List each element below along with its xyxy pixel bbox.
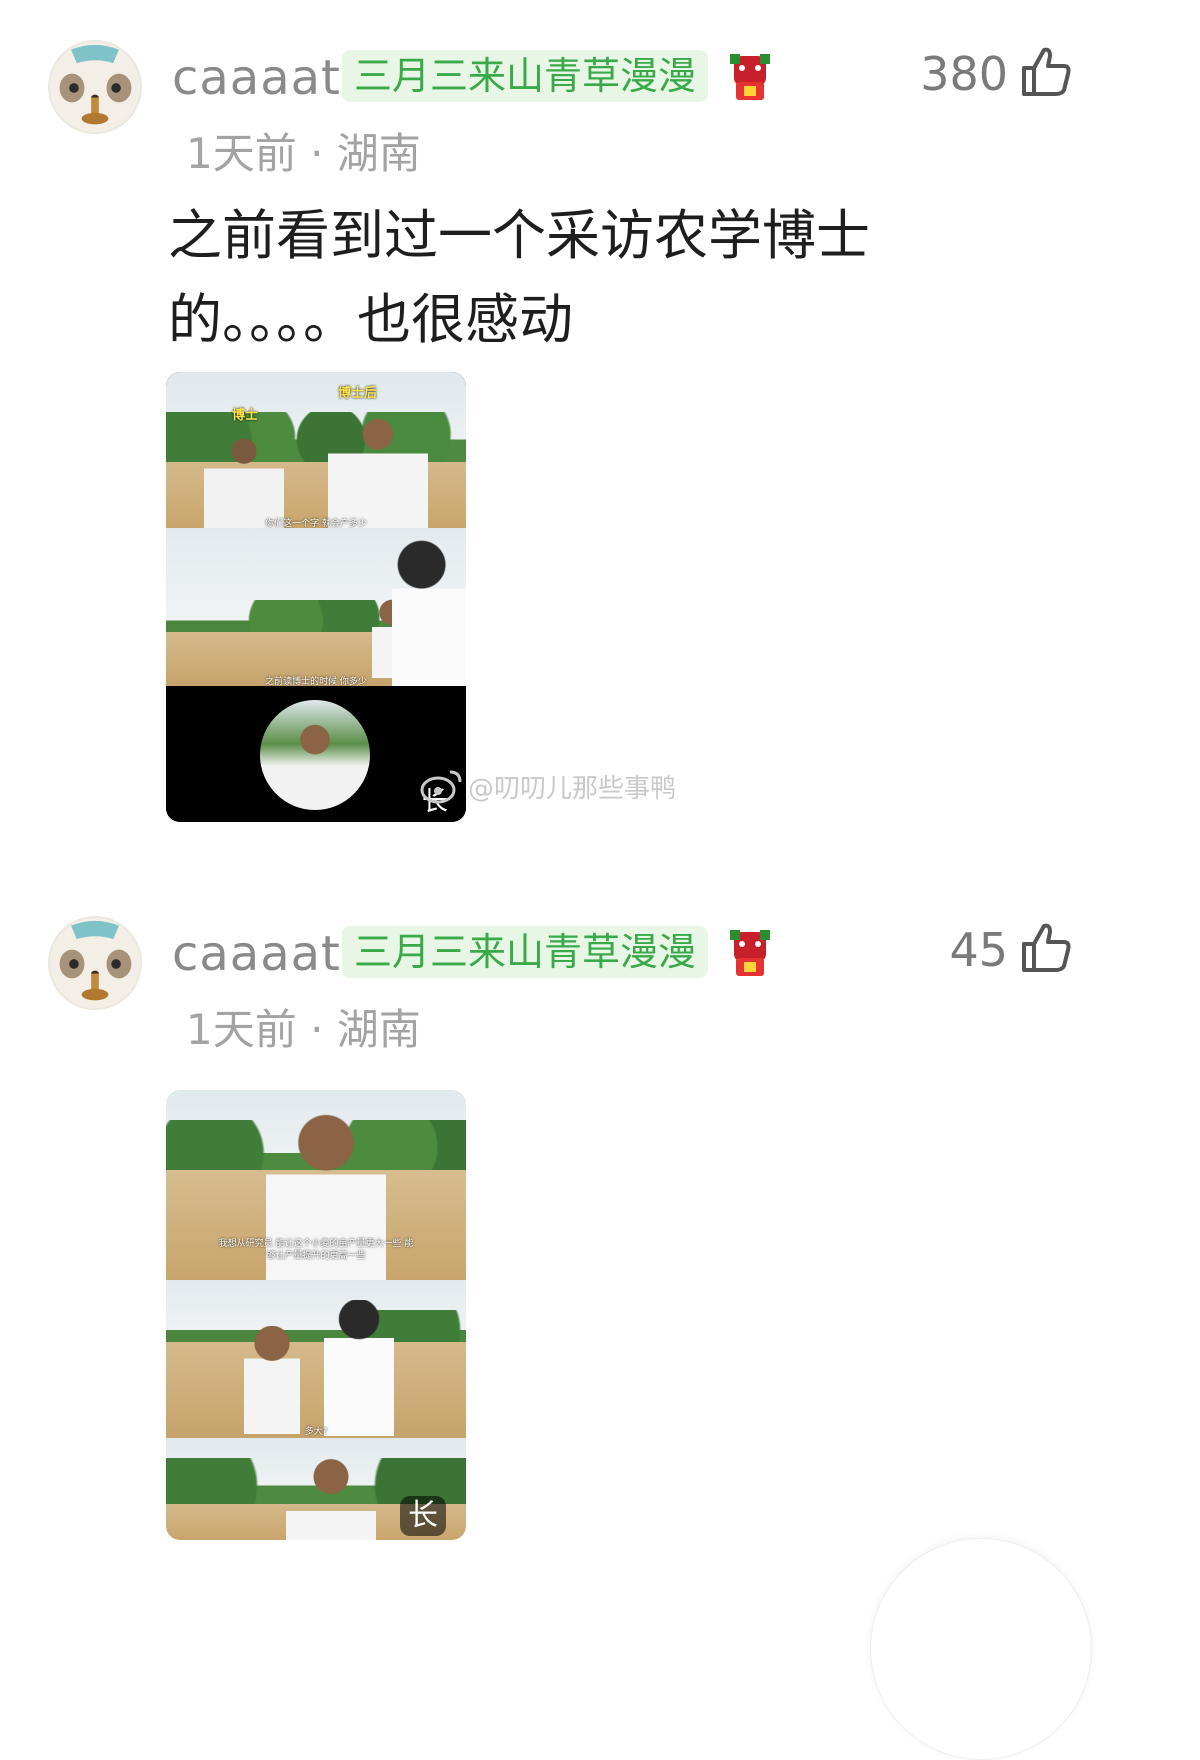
video-frame: 博士 博士后 你们这一个字 就会产多少 xyxy=(166,372,466,528)
floating-button[interactable] xyxy=(870,1538,1092,1760)
frame-label: 博士 xyxy=(232,408,259,423)
medal-icon xyxy=(730,930,770,976)
person xyxy=(392,538,466,686)
person xyxy=(328,408,428,528)
video-frame: 多大? xyxy=(166,1280,466,1438)
cat-avatar-icon xyxy=(50,918,140,1008)
username[interactable]: caaaat xyxy=(172,924,341,984)
comment-image[interactable]: 博士 博士后 你们这一个字 就会产多少 之前读博士的时候 你多少 长 xyxy=(166,372,466,822)
comment-meta: 1天前 · 湖南 xyxy=(186,1005,421,1054)
circle-portrait xyxy=(260,700,370,810)
comment-meta: 1天前 · 湖南 xyxy=(186,129,421,178)
watermark: @叨叨儿那些事鸭 xyxy=(468,774,677,804)
person xyxy=(286,1444,376,1540)
frame-label: 博士后 xyxy=(338,386,378,401)
comment-image[interactable]: 我想从研究员 能让这个小麦的亩产量更大一些 能够让产量提升的更高一些 多大? 长 xyxy=(166,1090,466,1540)
person xyxy=(204,432,284,528)
comment-text-line: 之前看到过一个采访农学博士 xyxy=(168,204,870,267)
username[interactable]: caaaat xyxy=(172,48,341,108)
like-count: 45 xyxy=(949,923,1008,977)
like-count: 380 xyxy=(920,47,1008,101)
cat-avatar-icon xyxy=(50,42,140,132)
person xyxy=(324,1300,394,1436)
video-caption: 我想从研究员 能让这个小麦的亩产量更大一些 能够让产量提升的更高一些 xyxy=(218,1239,414,1261)
video-caption: 之前读博士的时候 你多少 xyxy=(265,677,367,686)
avatar[interactable] xyxy=(48,40,142,134)
avatar[interactable] xyxy=(48,916,142,1010)
video-frame: 我想从研究员 能让这个小麦的亩产量更大一些 能够让产量提升的更高一些 xyxy=(166,1090,466,1280)
video-caption: 你们这一个字 就会产多少 xyxy=(265,519,367,528)
person xyxy=(244,1326,300,1434)
video-caption: 多大? xyxy=(304,1427,328,1437)
user-badge[interactable]: 三月三来山青草漫漫 xyxy=(342,926,709,978)
user-badge[interactable]: 三月三来山青草漫漫 xyxy=(342,50,709,102)
comment-text: 之前看到过一个采访农学博士 的。。。。也很感动 xyxy=(168,194,968,362)
thumbs-up-icon[interactable] xyxy=(1018,920,1074,976)
comment-text-line: 的。。。。也很感动 xyxy=(168,288,573,351)
medal-icon xyxy=(730,54,770,100)
thumbs-up-icon[interactable] xyxy=(1018,44,1074,100)
video-frame: 之前读博士的时候 你多少 xyxy=(166,528,466,686)
weibo-icon xyxy=(420,770,462,804)
long-image-badge: 长 xyxy=(400,1496,446,1536)
video-frame: 长 xyxy=(166,1438,466,1540)
